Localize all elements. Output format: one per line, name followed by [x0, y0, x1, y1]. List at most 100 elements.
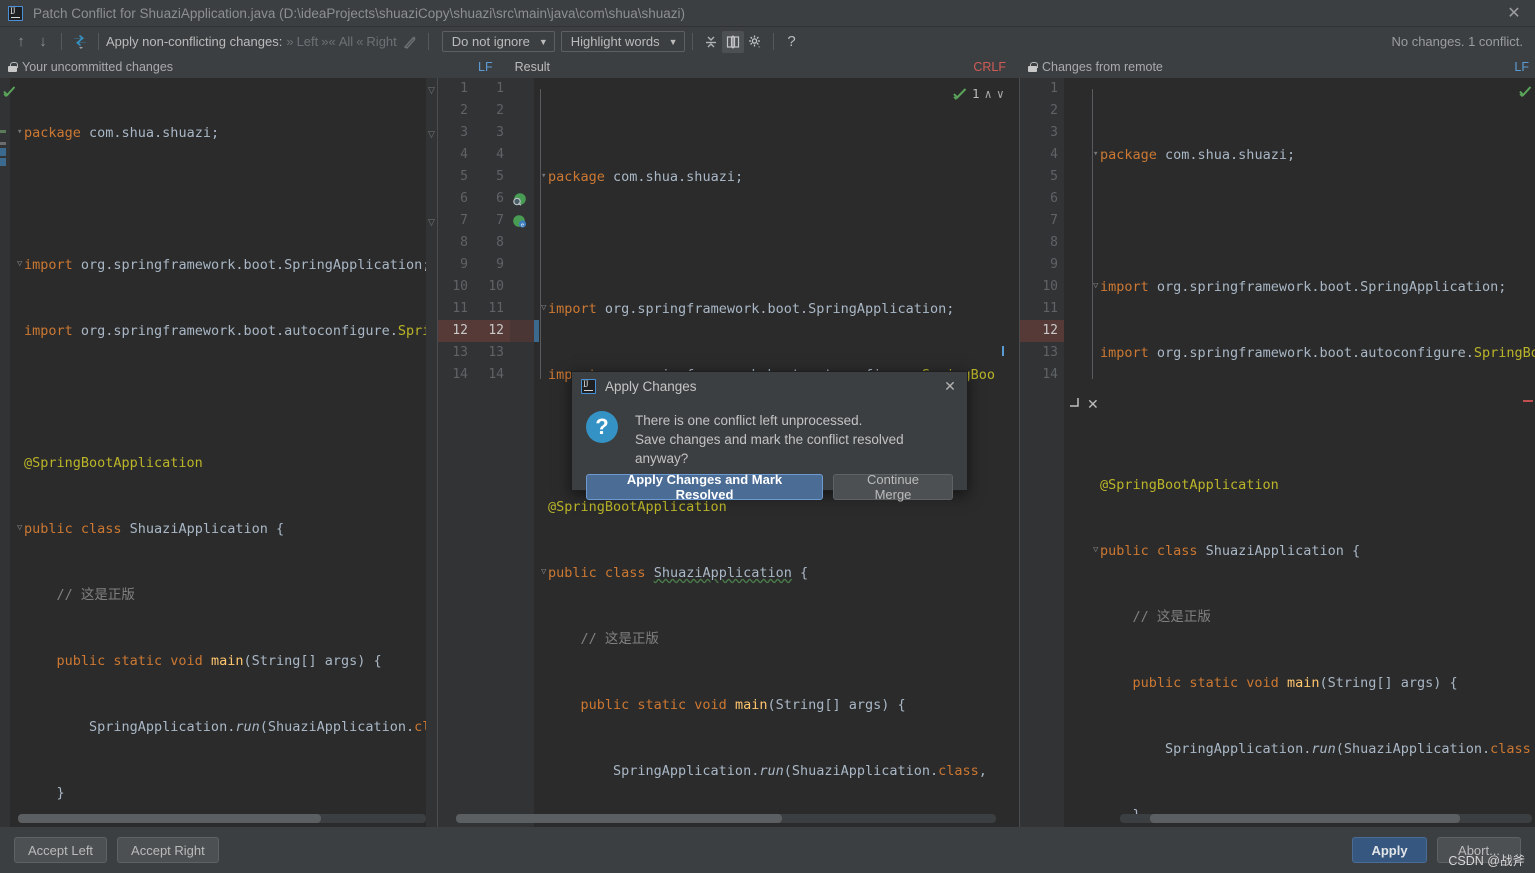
reject-change-icon[interactable]: ✕: [1087, 396, 1099, 413]
pane-header-row: Your uncommitted changes LF Result CRLF …: [0, 56, 1535, 78]
conflict-navigation[interactable]: 1 ∧ ∨: [953, 83, 1004, 105]
apply-changes-dialog: Apply Changes ✕ ? There is one conflict …: [571, 371, 968, 502]
conflict-next-button[interactable]: ∨: [997, 83, 1004, 105]
left-hscrollbar[interactable]: [18, 814, 426, 823]
code-line: public static void main(String[] args) {: [580, 697, 906, 713]
gear-icon[interactable]: [744, 31, 766, 53]
toolbar-separator: [61, 33, 62, 50]
toolbar-separator-2: [98, 33, 99, 50]
fold-icon-c1[interactable]: ▾: [541, 172, 550, 181]
magic-resolve-icon[interactable]: [399, 31, 421, 53]
editor-pane-left[interactable]: ▾ package com.shua.shuazi; ▽ import org.sp…: [0, 78, 438, 827]
chevron-down-icon: ▼: [538, 36, 548, 47]
right-error-marker: [1523, 400, 1533, 402]
code-line: SpringApplication.run(ShuaziApplication.…: [24, 719, 438, 735]
left-code-content[interactable]: ▾ package com.shua.shuazi; ▽ import org.sp…: [10, 78, 438, 827]
dialog-logo-icon: [581, 379, 596, 394]
pane-header-right-title: Changes from remote: [1042, 60, 1163, 74]
apply-left-button[interactable]: Left: [295, 34, 321, 49]
accept-left-icon[interactable]: [1068, 397, 1081, 413]
help-icon[interactable]: ?: [781, 31, 803, 53]
dialog-buttons: Apply Changes and Mark Resolved Continue…: [572, 468, 967, 510]
run-class-icon[interactable]: e: [512, 214, 527, 229]
left-pane-divider: [437, 78, 438, 827]
code-line: public static void main(String[] args) {: [1132, 675, 1458, 691]
code-line: ▽ import org.springframework.boot.SpringA…: [1093, 279, 1507, 295]
close-icon[interactable]: ✕: [1499, 2, 1529, 24]
code-line: // 这是正版: [580, 631, 659, 647]
code-line: // 这是正版: [56, 587, 135, 603]
center-pane-divider: [1019, 78, 1020, 827]
window-titlebar: Patch Conflict for ShuaziApplication.jav…: [0, 0, 1535, 27]
fold-icon-3[interactable]: ▽: [17, 524, 26, 533]
fold-marker-mid: ▽: [428, 129, 435, 139]
center-gutter-left-numbers: 1234 5678 9 10 11 12 13 14: [438, 78, 474, 827]
lock-icon: [8, 62, 18, 72]
conflict-row-actions[interactable]: ✕: [1068, 396, 1099, 413]
pane-header-left-title: Your uncommitted changes: [22, 60, 174, 74]
question-icon: ?: [586, 411, 618, 443]
code-line: }: [24, 785, 65, 801]
code-line: SpringApplication.run(ShuaziApplication.…: [1100, 741, 1531, 757]
toolbar-separator-3: [427, 33, 429, 50]
run-gutter-row: [510, 188, 534, 210]
apply-nonconflicting-icon[interactable]: [69, 31, 91, 53]
dialog-titlebar: Apply Changes ✕: [572, 372, 967, 401]
double-chevron-right-icon: »: [286, 34, 294, 49]
window-title: Patch Conflict for ShuaziApplication.jav…: [33, 5, 686, 21]
center-gutter-icons[interactable]: e: [510, 78, 534, 827]
right-gutter-conflict-line: 12: [1020, 320, 1064, 342]
fold-marker-low: ▽: [428, 217, 435, 227]
fold-icon-r2[interactable]: ▽: [1093, 282, 1102, 291]
fold-icon-r1[interactable]: ▾: [1093, 150, 1102, 159]
conflict-prev-button[interactable]: ∧: [985, 83, 992, 105]
apply-and-mark-resolved-button[interactable]: Apply Changes and Mark Resolved: [586, 472, 823, 502]
code-line: @SpringBootApplication: [1100, 477, 1279, 493]
code-line: import org.springframework.boot.autoconf…: [24, 323, 438, 339]
collapse-unchanged-icon[interactable]: [700, 31, 722, 53]
chevron-down-icon-2: ▼: [668, 36, 678, 47]
code-line: ▽ import org.springframework.boot.SpringA…: [17, 257, 431, 273]
fold-icon-c3[interactable]: ▽: [541, 568, 550, 577]
merge-conflict-window: Patch Conflict for ShuaziApplication.jav…: [0, 0, 1535, 873]
code-line: ▽ public class ShuaziApplication {: [17, 521, 285, 537]
abort-button[interactable]: Abort...: [1437, 837, 1521, 863]
dialog-close-icon[interactable]: ✕: [941, 378, 959, 396]
pane-header-right: Changes from remote LF: [1020, 56, 1535, 78]
code-line: public static void main(String[] args) {: [56, 653, 382, 669]
validation-ok-icon: [3, 86, 16, 97]
show-diff-in-editor-icon[interactable]: [721, 30, 744, 53]
merge-toolbar: ↑ ↓ Apply non-conflicting changes: » Lef…: [0, 27, 1535, 56]
code-line: // 这是正版: [1132, 609, 1211, 625]
right-hscrollbar[interactable]: [1120, 814, 1532, 823]
code-line: ▽ public class ShuaziApplication {: [1093, 543, 1361, 559]
code-line: SpringApplication.run(ShuaziApplication.…: [548, 763, 987, 779]
fold-icon-r3[interactable]: ▽: [1093, 546, 1102, 555]
ignore-policy-select[interactable]: Do not ignore ▼: [441, 31, 555, 52]
apply-all-button[interactable]: All: [337, 34, 355, 49]
run-configuration-icon[interactable]: [512, 192, 527, 207]
continue-merge-button[interactable]: Continue Merge: [833, 472, 953, 502]
previous-difference-icon[interactable]: ↑: [10, 31, 32, 53]
intellij-idea-logo-icon: [8, 5, 23, 21]
editor-pane-right[interactable]: 1234 5678 9 10 11 12 13 14 ✕ ▾ package com.s…: [1020, 78, 1535, 827]
fold-icon-2[interactable]: ▽: [17, 260, 26, 269]
lock-icon-2: [1028, 62, 1038, 72]
gutter-conflict-line: 12: [438, 320, 474, 342]
fold-icon[interactable]: ▾: [17, 128, 26, 137]
run-class-gutter-row: e: [510, 210, 534, 232]
conflict-count: 1: [972, 86, 980, 101]
fold-icon-c2[interactable]: ▽: [541, 304, 550, 313]
right-code-content[interactable]: ▾ package com.shua.shuazi; ▽ import org.sp…: [1064, 78, 1535, 827]
toolbar-separator-4: [691, 33, 693, 50]
apply-button[interactable]: Apply: [1352, 837, 1427, 863]
accept-right-button[interactable]: Accept Right: [117, 837, 219, 863]
apply-right-button[interactable]: Right: [364, 34, 398, 49]
highlight-policy-select[interactable]: Highlight words ▼: [560, 31, 685, 52]
accept-left-button[interactable]: Accept Left: [14, 837, 108, 863]
next-difference-icon[interactable]: ↓: [32, 31, 54, 53]
center-hscrollbar[interactable]: [456, 814, 996, 823]
